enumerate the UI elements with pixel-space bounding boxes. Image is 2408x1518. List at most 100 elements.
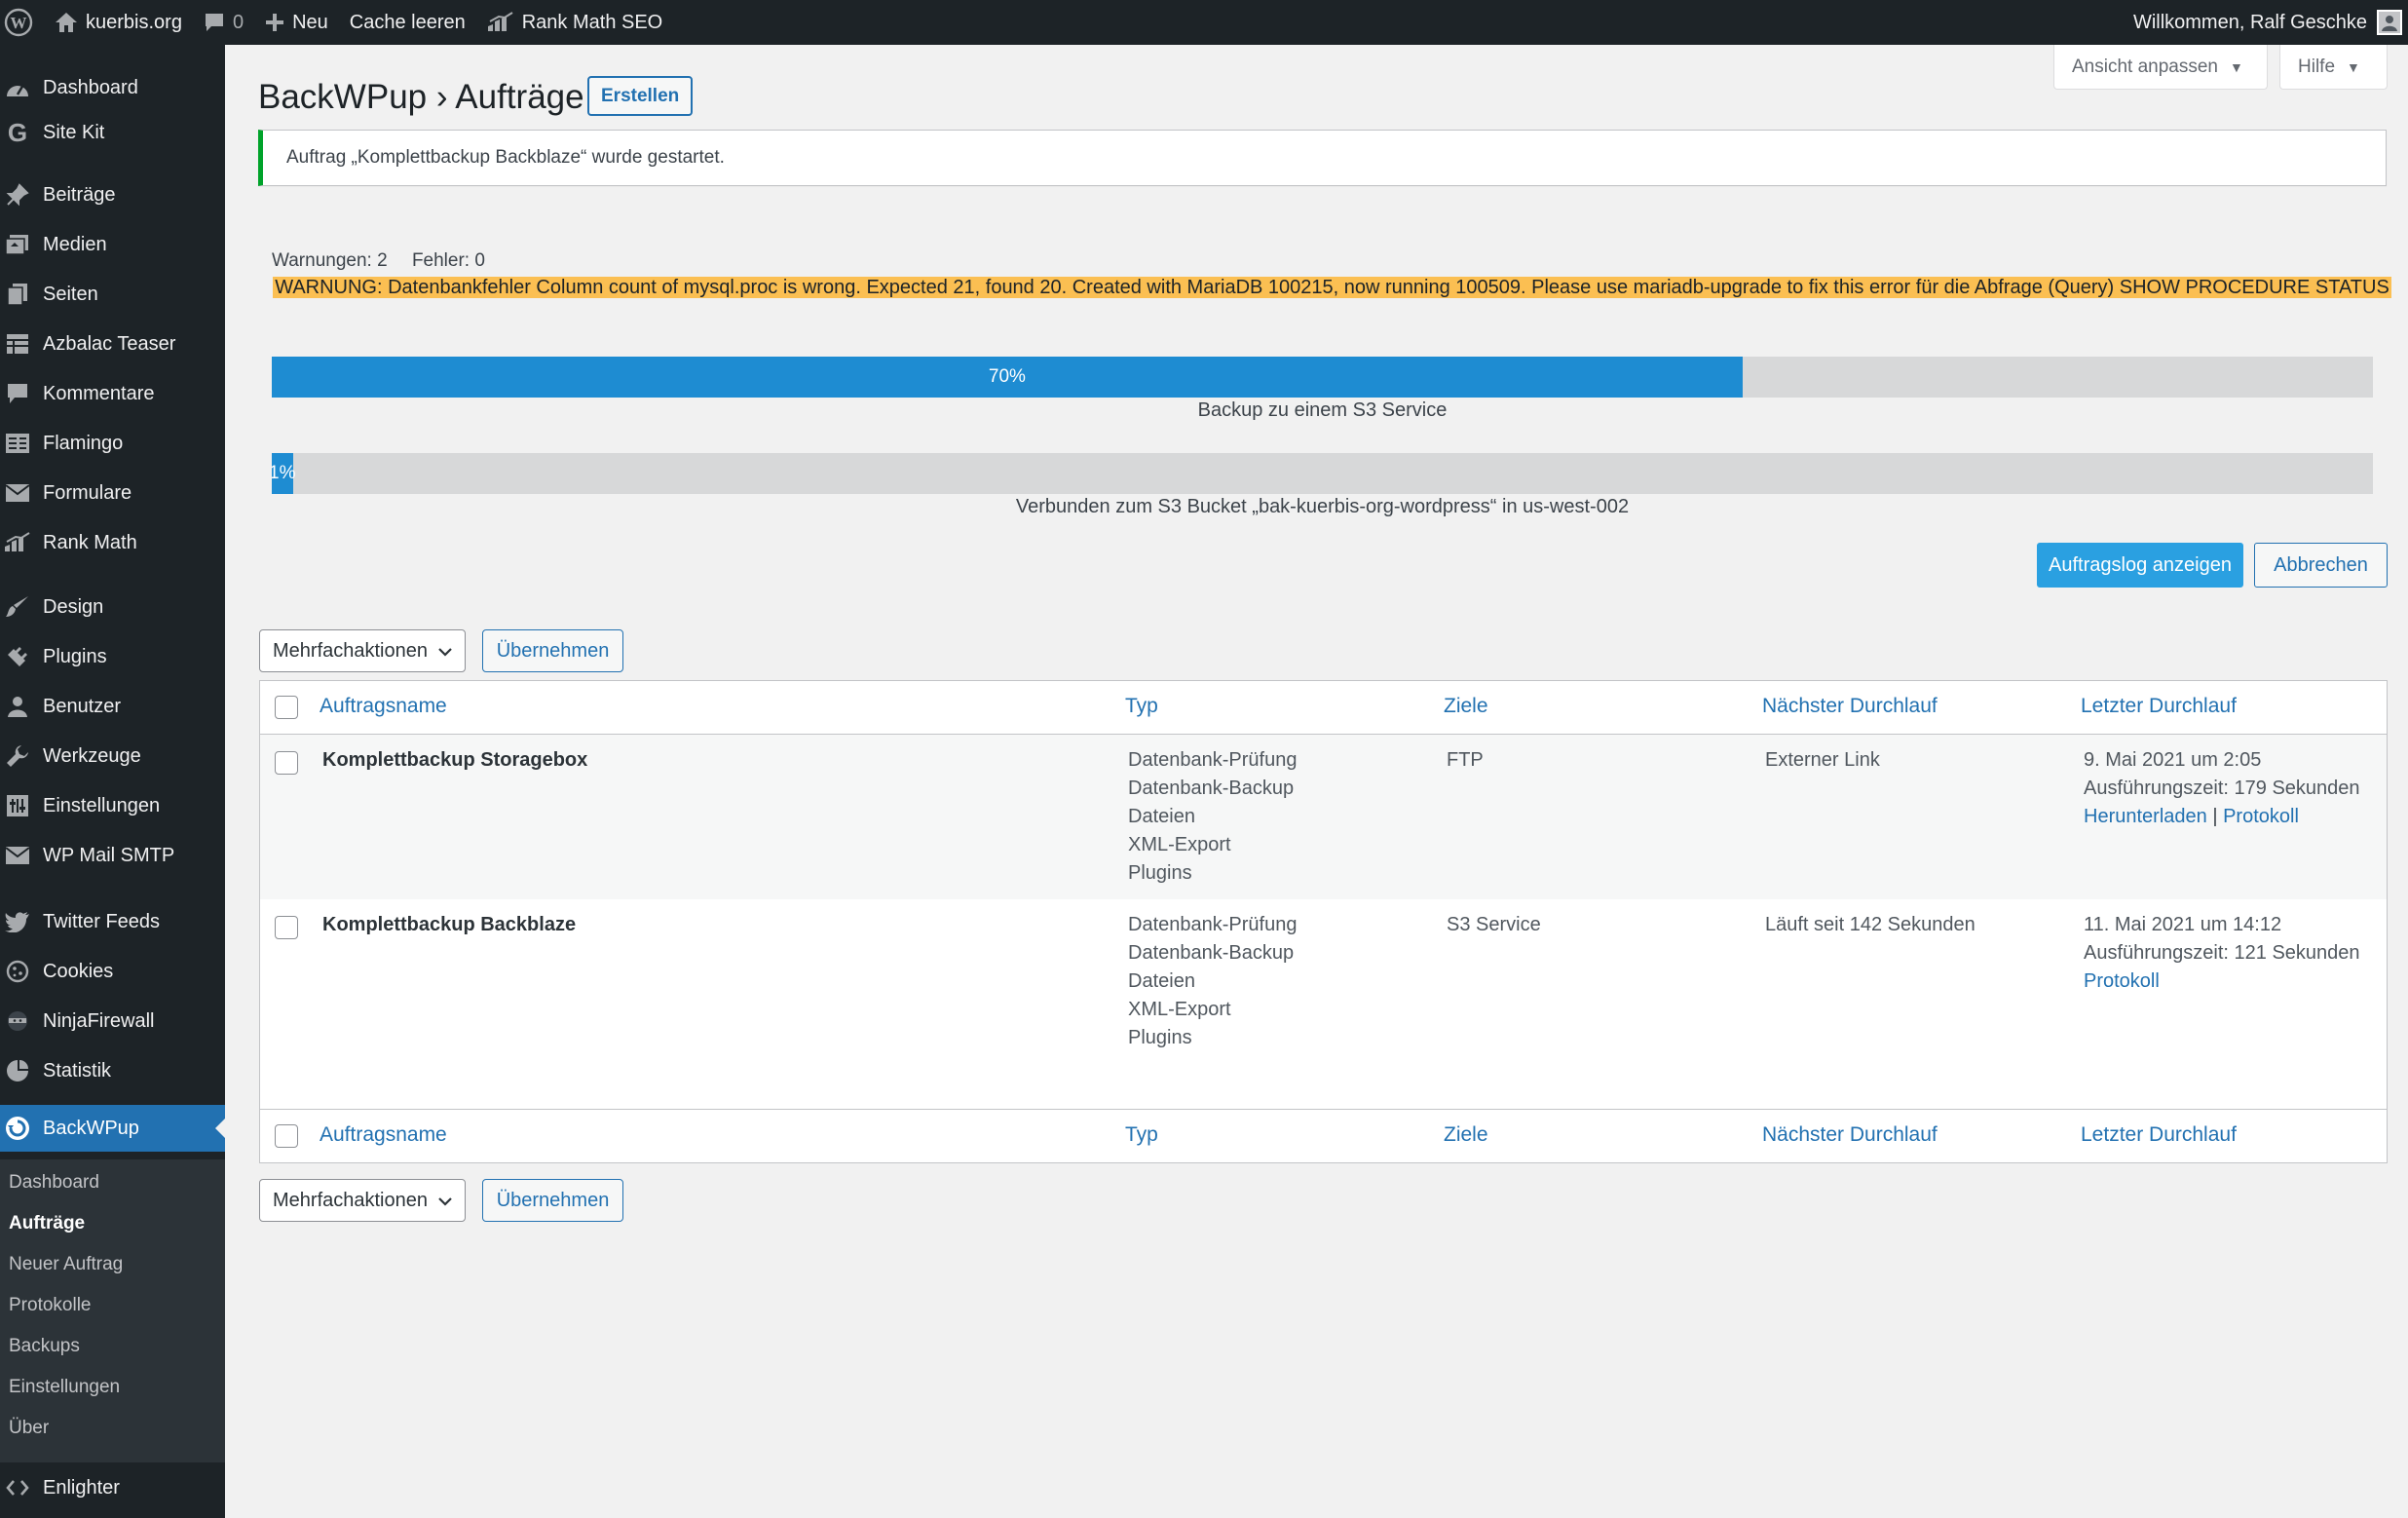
column-type[interactable]: Typ — [1125, 695, 1158, 718]
apply-button-bottom[interactable]: Übernehmen — [482, 1179, 623, 1222]
column-destinations[interactable]: Ziele — [1444, 1123, 1488, 1147]
column-job-name[interactable]: Auftragsname — [320, 695, 447, 718]
cache-label: Cache leeren — [349, 11, 466, 33]
menu-label: Design — [43, 595, 104, 618]
menu-label: Kommentare — [43, 382, 155, 404]
menu-forms[interactable]: Formulare — [0, 470, 225, 516]
menu-label: Medien — [43, 233, 107, 255]
pin-icon — [4, 181, 31, 209]
download-link[interactable]: Herunterladen — [2084, 806, 2207, 827]
table-icon — [4, 330, 31, 358]
warning-text: WARNUNG: Datenbankfehler Column count of… — [273, 277, 2391, 298]
rank-math-seo-link[interactable]: Rank Math SEO — [476, 0, 674, 45]
menu-cookies[interactable]: Cookies — [0, 948, 225, 995]
menu-wp-mail-smtp[interactable]: WP Mail SMTP — [0, 832, 225, 879]
menu-rank-math[interactable]: Rank Math — [0, 519, 225, 566]
submenu-settings[interactable]: Einstellungen — [9, 1377, 120, 1398]
submenu-jobs[interactable]: Aufträge — [9, 1213, 85, 1234]
menu-label: BackWPup — [43, 1117, 139, 1139]
menu-label: Enlighter — [43, 1476, 120, 1499]
new-content-link[interactable]: Neu — [254, 0, 339, 45]
jobs-table: Auftragsname Typ Ziele Nächster Durchlau… — [259, 680, 2388, 1163]
menu-settings[interactable]: Einstellungen — [0, 782, 225, 829]
column-next-run[interactable]: Nächster Durchlauf — [1762, 1123, 1938, 1147]
column-destinations[interactable]: Ziele — [1444, 695, 1488, 718]
show-job-log-button[interactable]: Auftragslog anzeigen — [2037, 543, 2243, 588]
chevron-down-icon — [437, 1193, 453, 1215]
table-footer: Auftragsname Typ Ziele Nächster Durchlau… — [260, 1109, 2387, 1162]
menu-plugins[interactable]: Plugins — [0, 633, 225, 680]
submenu-new-job[interactable]: Neuer Auftrag — [9, 1254, 123, 1275]
menu-users[interactable]: Benutzer — [0, 683, 225, 730]
column-last-run[interactable]: Letzter Durchlauf — [2081, 695, 2237, 718]
comments-link[interactable]: 0 — [193, 0, 254, 45]
row-checkbox[interactable] — [275, 916, 298, 939]
submenu-backups[interactable]: Backups — [9, 1336, 80, 1357]
link-separator: | — [2212, 806, 2218, 827]
mail-icon — [4, 479, 31, 507]
job-type: XML-Export — [1128, 999, 1231, 1020]
user-icon — [4, 693, 31, 720]
menu-azbalac-teaser[interactable]: Azbalac Teaser — [0, 321, 225, 367]
menu-statistics[interactable]: Statistik — [0, 1047, 225, 1094]
bulk-actions-select-bottom[interactable]: Mehrfachaktionen — [259, 1179, 466, 1222]
greeting: Willkommen, Ralf Geschke — [2132, 11, 2367, 33]
warnings-count: Warnungen: 2 — [272, 250, 388, 271]
brush-icon — [4, 593, 31, 621]
menu-site-kit[interactable]: G Site Kit — [0, 109, 225, 156]
column-job-name[interactable]: Auftragsname — [320, 1123, 447, 1147]
menu-tools[interactable]: Werkzeuge — [0, 733, 225, 779]
row-checkbox[interactable] — [275, 751, 298, 775]
select-all-checkbox[interactable] — [275, 696, 298, 719]
screen-options-button[interactable]: Ansicht anpassen ▼ — [2053, 45, 2268, 90]
job-runtime: Ausführungszeit: 121 Sekunden — [2084, 942, 2360, 964]
menu-backwpup[interactable]: BackWPup — [0, 1105, 225, 1152]
menu-label: Site Kit — [43, 121, 105, 143]
menu-media[interactable]: Medien — [0, 221, 225, 268]
job-name[interactable]: Komplettbackup Backblaze — [322, 911, 576, 939]
errors-count: Fehler: 0 — [411, 250, 485, 271]
log-link[interactable]: Protokoll — [2223, 806, 2299, 827]
menu-comments[interactable]: Kommentare — [0, 370, 225, 417]
menu-label: Seiten — [43, 283, 98, 305]
account-menu[interactable]: Willkommen, Ralf Geschke — [2123, 0, 2408, 45]
progress-fill-main: 70% — [272, 357, 1743, 398]
code-icon — [4, 1474, 31, 1501]
progress-caption-step: Verbunden zum S3 Bucket „bak-kuerbis-org… — [1015, 496, 1630, 517]
site-name-link[interactable]: kuerbis.org — [44, 0, 193, 45]
menu-pages[interactable]: Seiten — [0, 271, 225, 318]
menu-posts[interactable]: Beiträge — [0, 171, 225, 218]
help-button[interactable]: Hilfe ▼ — [2279, 45, 2388, 90]
column-next-run[interactable]: Nächster Durchlauf — [1762, 695, 1938, 718]
apply-button-top[interactable]: Übernehmen — [482, 629, 623, 672]
plugin-icon — [4, 643, 31, 670]
menu-ninjafirewall[interactable]: NinjaFirewall — [0, 998, 225, 1044]
menu-label: WP Mail SMTP — [43, 844, 175, 866]
menu-enlighter[interactable]: Enlighter — [0, 1464, 225, 1511]
column-last-run[interactable]: Letzter Durchlauf — [2081, 1123, 2237, 1147]
caret-down-icon: ▼ — [2230, 58, 2243, 75]
add-job-button[interactable]: Erstellen — [587, 76, 694, 116]
menu-twitter-feeds[interactable]: Twitter Feeds — [0, 898, 225, 945]
menu-flamingo[interactable]: Flamingo — [0, 420, 225, 467]
job-type: Datenbank-Prüfung — [1128, 914, 1298, 935]
submenu-dashboard[interactable]: Dashboard — [9, 1172, 99, 1194]
menu-dashboard[interactable]: Dashboard — [0, 64, 225, 111]
bulk-actions-select-top[interactable]: Mehrfachaktionen — [259, 629, 466, 672]
abort-button[interactable]: Abbrechen — [2254, 543, 2388, 588]
column-type[interactable]: Typ — [1125, 1123, 1158, 1147]
submenu-logs[interactable]: Protokolle — [9, 1295, 92, 1316]
main-content: Ansicht anpassen ▼ Hilfe ▼ BackWPup › Au… — [225, 45, 2408, 1518]
job-last-run-date: 9. Mai 2021 um 2:05 — [2084, 749, 2262, 771]
cache-clear-link[interactable]: Cache leeren — [339, 0, 476, 45]
submenu-about[interactable]: Über — [9, 1418, 49, 1439]
job-name[interactable]: Komplettbackup Storagebox — [322, 746, 587, 775]
menu-design[interactable]: Design — [0, 584, 225, 630]
select-all-checkbox[interactable] — [275, 1124, 298, 1148]
job-type: Dateien — [1128, 970, 1195, 992]
menu-label: Beiträge — [43, 183, 116, 206]
wordpress-logo-button[interactable]: W — [0, 0, 44, 45]
comments-count: 0 — [232, 11, 245, 33]
menu-label: Rank Math — [43, 531, 137, 553]
log-link[interactable]: Protokoll — [2084, 970, 2160, 992]
